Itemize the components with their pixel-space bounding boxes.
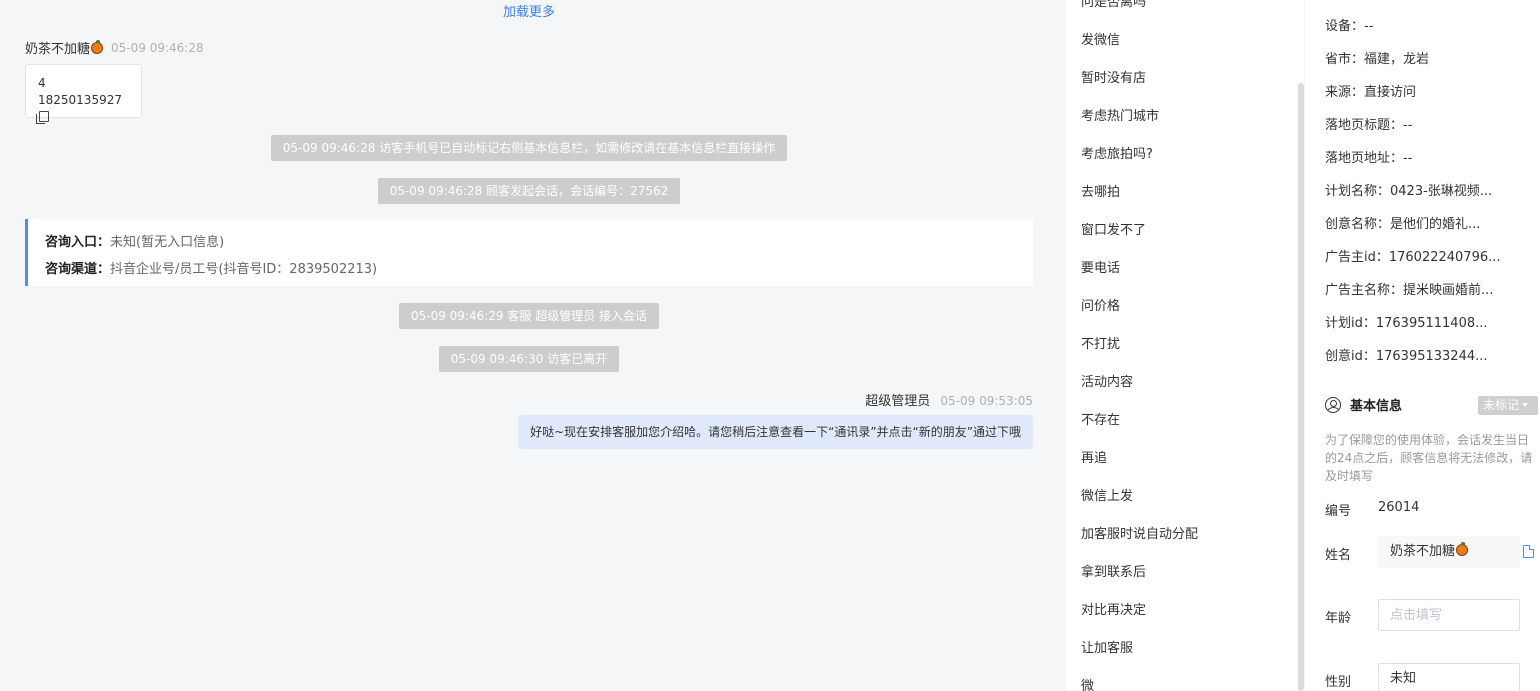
system-message: 05-09 09:46:30 访客已离开 bbox=[0, 346, 1058, 372]
quick-reply-item[interactable]: 发微信 bbox=[1081, 29, 1120, 48]
visitor-info-panel: 设备：-- 省市：福建，龙岩 来源：直接访问 落地页标题：-- 落地页地址：--… bbox=[1305, 0, 1540, 691]
age-input[interactable] bbox=[1378, 599, 1520, 631]
tag-dropdown-label: 未标记 bbox=[1483, 398, 1520, 412]
tag-dropdown[interactable]: 未标记 bbox=[1478, 396, 1538, 415]
edit-notice: 为了保障您的使用体验，会话发生当日的24点之后，顾客信息将无法修改，请及时填写 bbox=[1325, 433, 1533, 483]
info-landing-title: 落地页标题：-- bbox=[1325, 118, 1413, 133]
quick-reply-item[interactable]: 窗口发不了 bbox=[1081, 219, 1146, 238]
visitor-name: 奶茶不加糖 bbox=[25, 42, 91, 57]
consult-channel-value: 抖音企业号/员工号(抖音号ID：2839502213) bbox=[110, 262, 378, 277]
info-advertiser-id: 广告主id：176022240796... bbox=[1325, 250, 1501, 265]
system-message-text: 05-09 09:46:29 客服 超级管理员 接入会话 bbox=[398, 303, 660, 329]
info-device: 设备：-- bbox=[1325, 19, 1374, 34]
consult-info-card: 咨询入口：未知(暂无入口信息) 咨询渠道：抖音企业号/员工号(抖音号ID：283… bbox=[25, 219, 1033, 286]
system-message-text: 05-09 09:46:28 顾客发起会话，会话编号：27562 bbox=[377, 178, 681, 204]
chat-panel: 加载更多 奶茶不加糖 05-09 09:46:28 4 18250135927 … bbox=[0, 0, 1058, 691]
visitor-phone-line: 18250135927 bbox=[36, 92, 129, 126]
system-message-text: 05-09 09:46:30 访客已离开 bbox=[438, 346, 620, 372]
basic-info-title: 基本信息 bbox=[1350, 399, 1403, 414]
consult-channel-label: 咨询渠道： bbox=[45, 262, 111, 277]
gender-value: 未知 bbox=[1390, 671, 1417, 686]
copy-icon[interactable] bbox=[36, 111, 49, 124]
age-label: 年龄 bbox=[1325, 611, 1352, 626]
quick-reply-item[interactable]: 不打扰 bbox=[1081, 333, 1120, 352]
consult-channel-row: 咨询渠道：抖音企业号/员工号(抖音号ID：2839502213) bbox=[45, 256, 1016, 283]
quick-reply-item[interactable]: 加客服时说自动分配 bbox=[1081, 523, 1198, 542]
system-message-text: 05-09 09:46:28 访客手机号已自动标记右侧基本信息栏，如需修改请在基… bbox=[270, 135, 788, 161]
system-message: 05-09 09:46:28 访客手机号已自动标记右侧基本信息栏，如需修改请在基… bbox=[0, 135, 1058, 161]
agent-name: 超级管理员 bbox=[865, 394, 931, 409]
number-value: 26014 bbox=[1378, 500, 1420, 515]
quick-reply-scrollbar[interactable] bbox=[1298, 83, 1304, 691]
consult-entry-row: 咨询入口：未知(暂无入口信息) bbox=[45, 229, 1016, 256]
consult-entry-value: 未知(暂无入口信息) bbox=[110, 235, 225, 250]
quick-reply-item[interactable]: 去哪拍 bbox=[1081, 181, 1120, 200]
name-field[interactable]: 奶茶不加糖 bbox=[1378, 536, 1520, 568]
quick-reply-item[interactable]: 对比再决定 bbox=[1081, 599, 1146, 618]
quick-reply-item[interactable]: 要电话 bbox=[1081, 257, 1120, 276]
quick-reply-item[interactable]: 考虑热门城市 bbox=[1081, 105, 1159, 124]
info-landing-url: 落地页地址：-- bbox=[1325, 151, 1413, 166]
info-plan-name: 计划名称：0423-张琳视频... bbox=[1325, 184, 1493, 199]
user-circle-icon bbox=[1325, 396, 1341, 413]
visitor-message-header: 奶茶不加糖 05-09 09:46:28 bbox=[25, 38, 204, 57]
name-value: 奶茶不加糖 bbox=[1390, 544, 1456, 559]
gender-label: 性别 bbox=[1325, 675, 1352, 690]
orange-emoji-icon bbox=[91, 39, 104, 54]
visitor-message-line: 4 bbox=[38, 76, 46, 90]
basic-info-heading: 基本信息 bbox=[1325, 395, 1402, 414]
name-label: 姓名 bbox=[1325, 548, 1352, 563]
visitor-phone-number: 18250135927 bbox=[38, 93, 122, 107]
info-creative-name: 创意名称：是他们的婚礼... bbox=[1325, 217, 1481, 232]
info-source: 来源：直接访问 bbox=[1325, 85, 1417, 100]
system-message: 05-09 09:46:29 客服 超级管理员 接入会话 bbox=[0, 303, 1058, 329]
quick-reply-item[interactable]: 问是否离吗 bbox=[1081, 0, 1146, 10]
info-advertiser-name: 广告主名称：提米映画婚前... bbox=[1325, 283, 1494, 298]
orange-emoji-icon bbox=[1456, 542, 1469, 556]
quick-reply-item[interactable]: 拿到联系后 bbox=[1081, 561, 1146, 580]
quick-reply-item[interactable]: 不存在 bbox=[1081, 409, 1120, 428]
quick-reply-item[interactable]: 再追 bbox=[1081, 447, 1107, 466]
agent-message-header: 超级管理员 05-09 09:53:05 bbox=[865, 390, 1033, 409]
quick-reply-item[interactable]: 让加客服 bbox=[1081, 637, 1133, 656]
info-creative-id: 创意id：176395133244... bbox=[1325, 349, 1488, 364]
quick-reply-item[interactable]: 微信上发 bbox=[1081, 485, 1133, 504]
info-province-city: 省市：福建，龙岩 bbox=[1325, 52, 1430, 67]
quick-reply-item[interactable]: 微 bbox=[1081, 675, 1094, 691]
quick-reply-item[interactable]: 活动内容 bbox=[1081, 371, 1133, 390]
caret-down-icon bbox=[1522, 403, 1529, 407]
agent-message-time: 05-09 09:53:05 bbox=[940, 394, 1033, 408]
quick-reply-panel: 问是否离吗 发微信 暂时没有店 考虑热门城市 考虑旅拍吗? 去哪拍 窗口发不了 … bbox=[1066, 0, 1304, 691]
gender-select[interactable]: 未知 bbox=[1378, 663, 1520, 691]
visitor-message-bubble: 4 18250135927 bbox=[25, 64, 142, 124]
quick-reply-item[interactable]: 考虑旅拍吗? bbox=[1081, 143, 1153, 162]
document-icon[interactable] bbox=[1523, 545, 1534, 558]
number-label: 编号 bbox=[1325, 504, 1352, 519]
load-more-link[interactable]: 加载更多 bbox=[0, 1, 1058, 20]
agent-message-bubble: 好哒~现在安排客服加您介绍哈。请您稍后注意查看一下“通讯录”并点击“新的朋友”通… bbox=[518, 415, 1033, 449]
quick-reply-item[interactable]: 暂时没有店 bbox=[1081, 67, 1146, 86]
consult-entry-label: 咨询入口： bbox=[45, 235, 111, 250]
info-plan-id: 计划id：176395111408... bbox=[1325, 316, 1488, 331]
visitor-message-time: 05-09 09:46:28 bbox=[111, 40, 204, 55]
system-message: 05-09 09:46:28 顾客发起会话，会话编号：27562 bbox=[0, 178, 1058, 204]
quick-reply-item[interactable]: 问价格 bbox=[1081, 295, 1120, 314]
